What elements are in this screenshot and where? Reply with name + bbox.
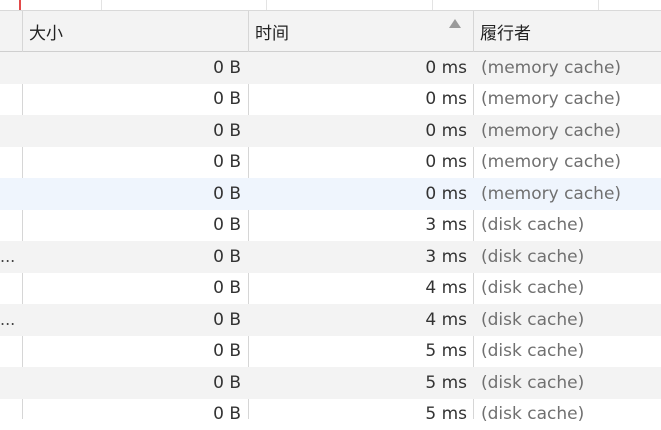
size-cell: 0 B xyxy=(23,178,248,210)
timeline-divider xyxy=(101,0,102,10)
size-cell: 0 B xyxy=(23,304,248,336)
column-header-initiator[interactable]: 履行者 xyxy=(474,11,661,51)
initiator-cell: (memory cache) xyxy=(474,115,661,147)
timeline-marker xyxy=(19,0,21,10)
size-cell: 0 B xyxy=(23,210,248,242)
table-row[interactable]: 0 B3 ms(disk cache) xyxy=(0,210,661,242)
initiator-cell: (memory cache) xyxy=(474,52,661,84)
time-cell: 0 ms xyxy=(249,115,473,147)
table-row[interactable]: 0 B5 ms(disk cache) xyxy=(0,367,661,399)
name-cell-truncated xyxy=(0,273,22,305)
time-cell: 0 ms xyxy=(249,147,473,179)
size-cell: 0 B xyxy=(23,399,248,430)
name-cell-truncated: ... xyxy=(0,304,22,336)
initiator-cell: (disk cache) xyxy=(474,367,661,399)
time-cell: 0 ms xyxy=(249,52,473,84)
size-cell: 0 B xyxy=(23,147,248,179)
size-cell: 0 B xyxy=(23,367,248,399)
table-row[interactable]: 0 B0 ms(memory cache) xyxy=(0,115,661,147)
initiator-cell: (memory cache) xyxy=(474,147,661,179)
timeline-overview-strip xyxy=(0,0,661,11)
size-cell: 0 B xyxy=(23,241,248,273)
name-cell-truncated xyxy=(0,115,22,147)
time-cell: 4 ms xyxy=(249,304,473,336)
name-cell-truncated: ... xyxy=(0,241,22,273)
size-cell: 0 B xyxy=(23,52,248,84)
timeline-divider xyxy=(598,0,599,10)
table-row[interactable]: 0 B0 ms(memory cache) xyxy=(0,52,661,84)
sort-ascending-icon[interactable] xyxy=(449,17,461,29)
name-cell-truncated xyxy=(0,399,22,430)
name-cell-truncated xyxy=(0,210,22,242)
timeline-divider xyxy=(432,0,433,10)
table-row[interactable]: ...0 B3 ms(disk cache) xyxy=(0,241,661,273)
name-cell-truncated xyxy=(0,147,22,179)
initiator-cell: (disk cache) xyxy=(474,210,661,242)
size-cell: 0 B xyxy=(23,273,248,305)
table-header: 大小 时间 履行者 xyxy=(0,11,661,52)
name-cell-truncated xyxy=(0,178,22,210)
column-header-time[interactable]: 时间 xyxy=(249,11,473,51)
initiator-cell: (memory cache) xyxy=(474,84,661,116)
size-cell: 0 B xyxy=(23,336,248,368)
initiator-cell: (disk cache) xyxy=(474,304,661,336)
column-header-label: 大小 xyxy=(29,19,63,44)
time-cell: 0 ms xyxy=(249,178,473,210)
column-header-label: 时间 xyxy=(255,19,289,44)
time-cell: 5 ms xyxy=(249,399,473,430)
time-cell: 3 ms xyxy=(249,241,473,273)
table-row[interactable]: 0 B5 ms(disk cache) xyxy=(0,399,661,430)
initiator-cell: (disk cache) xyxy=(474,399,661,430)
size-cell: 0 B xyxy=(23,84,248,116)
time-cell: 4 ms xyxy=(249,273,473,305)
table-row[interactable]: 0 B0 ms(memory cache) xyxy=(0,147,661,179)
initiator-cell: (disk cache) xyxy=(474,336,661,368)
time-cell: 5 ms xyxy=(249,367,473,399)
name-cell-truncated xyxy=(0,84,22,116)
initiator-cell: (disk cache) xyxy=(474,273,661,305)
table-row[interactable]: 0 B0 ms(memory cache) xyxy=(0,178,661,210)
time-cell: 5 ms xyxy=(249,336,473,368)
timeline-divider xyxy=(266,0,267,10)
initiator-cell: (disk cache) xyxy=(474,241,661,273)
size-cell: 0 B xyxy=(23,115,248,147)
table-row[interactable]: 0 B0 ms(memory cache) xyxy=(0,84,661,116)
name-cell-truncated xyxy=(0,367,22,399)
table-row[interactable]: 0 B5 ms(disk cache) xyxy=(0,336,661,368)
name-cell-truncated xyxy=(0,336,22,368)
initiator-cell: (memory cache) xyxy=(474,178,661,210)
table-row[interactable]: ...0 B4 ms(disk cache) xyxy=(0,304,661,336)
time-cell: 3 ms xyxy=(249,210,473,242)
request-table-body: 0 B0 ms(memory cache)0 B0 ms(memory cach… xyxy=(0,52,661,430)
column-header-label: 履行者 xyxy=(480,19,531,44)
column-header-size[interactable]: 大小 xyxy=(23,11,248,51)
table-row[interactable]: 0 B4 ms(disk cache) xyxy=(0,273,661,305)
name-cell-truncated xyxy=(0,52,22,84)
time-cell: 0 ms xyxy=(249,84,473,116)
